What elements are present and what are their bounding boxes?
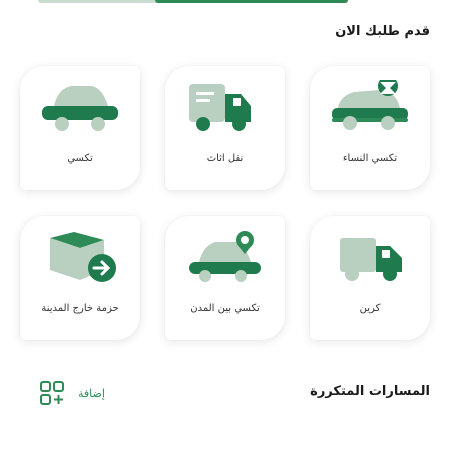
- add-grid-icon: [40, 381, 64, 405]
- service-label: تكسي بين المدن: [190, 303, 260, 314]
- service-card-furniture[interactable]: نقل اثاث: [165, 66, 285, 190]
- taxi-icon: [42, 86, 118, 131]
- crane-truck-icon: [340, 238, 402, 281]
- order-section-title: قدم طلبك الان: [335, 24, 430, 39]
- service-label: تكسي النساء: [342, 153, 398, 164]
- service-card-taxi[interactable]: تكسي: [20, 66, 140, 190]
- add-route-label: إضافة: [78, 386, 105, 400]
- routes-section-title: المسارات المتكررة: [310, 384, 430, 399]
- add-route-button[interactable]: إضافة: [40, 380, 105, 406]
- intercity-taxi-icon: [189, 231, 261, 282]
- furniture-truck-icon: [189, 84, 251, 131]
- service-card-package[interactable]: حزمة خارج المدينة: [20, 216, 140, 340]
- service-card-intercity[interactable]: تكسي بين المدن: [165, 216, 285, 340]
- service-label: حزمة خارج المدينة: [41, 303, 119, 314]
- service-label: تكسي: [67, 153, 93, 164]
- service-card-crane[interactable]: كرين: [310, 216, 430, 340]
- service-card-women-taxi[interactable]: تكسي النساء: [310, 66, 430, 190]
- package-delivery-icon: [50, 232, 116, 282]
- service-label: نقل اثاث: [206, 153, 244, 164]
- women-taxi-icon: [332, 80, 408, 130]
- service-label: كرين: [359, 303, 381, 314]
- top-progress-fill: [155, 0, 348, 3]
